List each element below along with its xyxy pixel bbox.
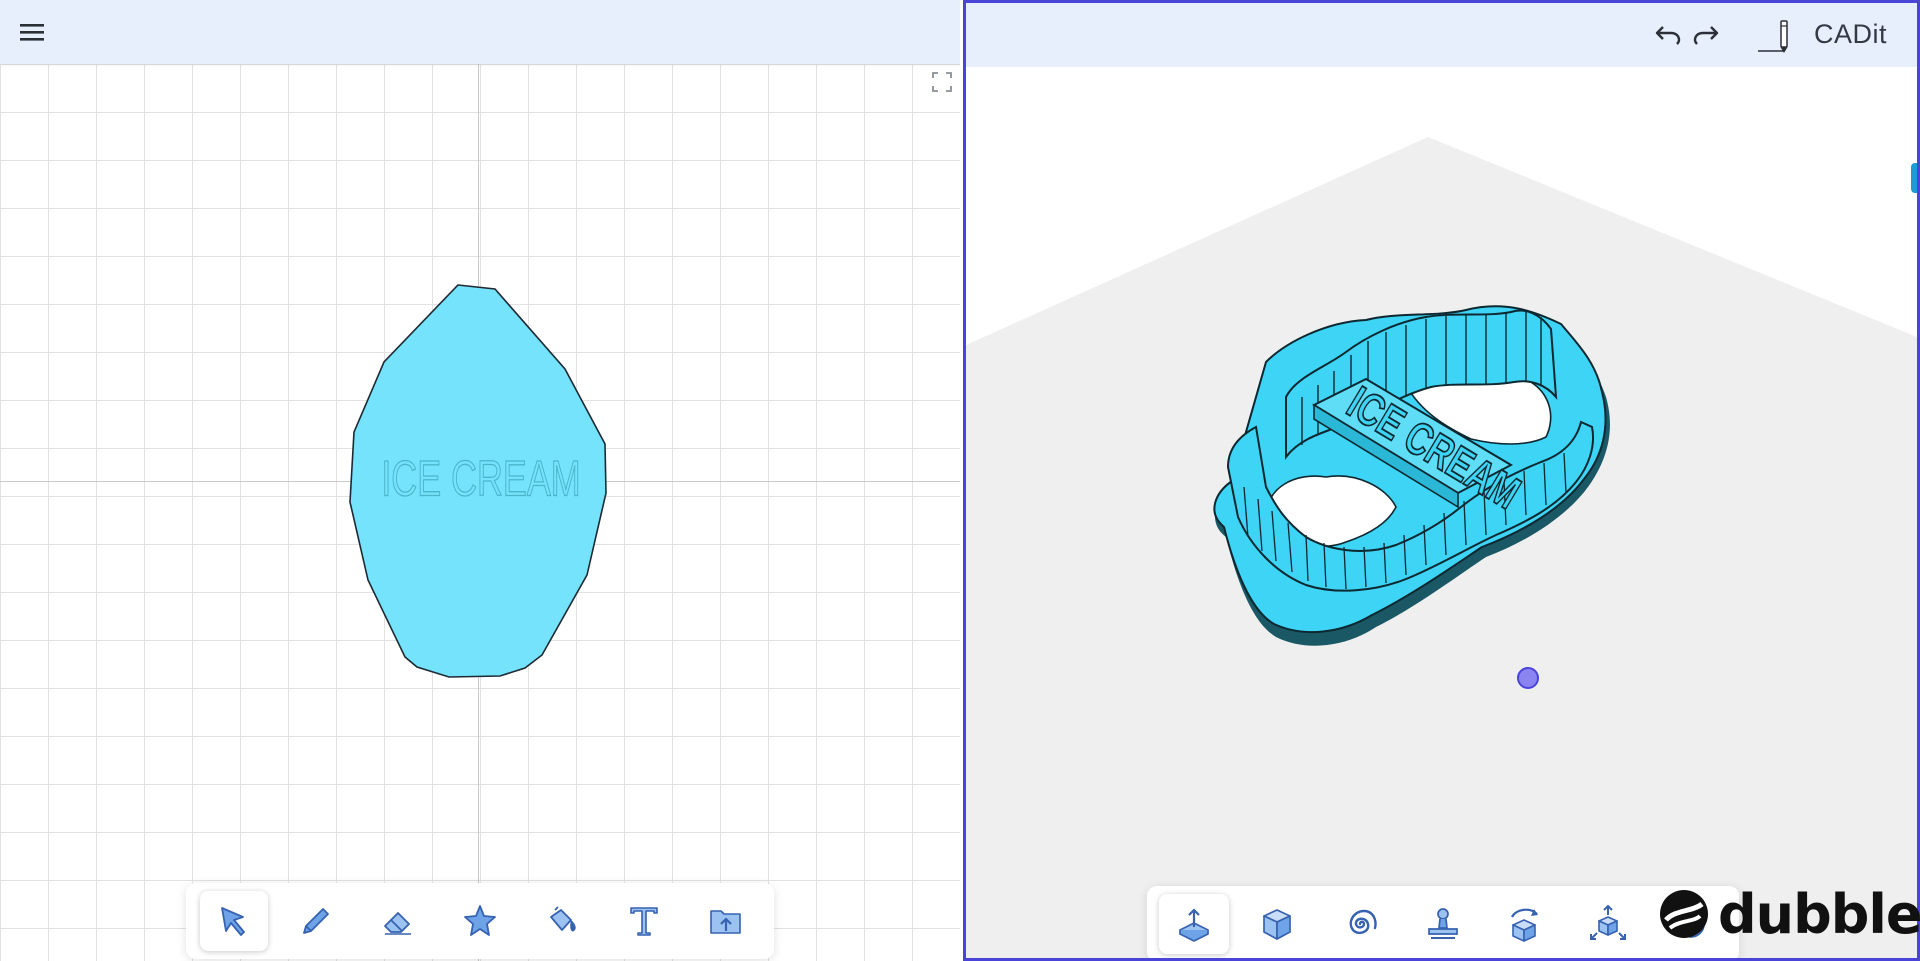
import-tool-button[interactable] bbox=[692, 891, 760, 951]
right-header: CADit bbox=[966, 3, 1917, 67]
viewport-3d-panel[interactable]: ICE CREAM CADit bbox=[963, 0, 1920, 961]
stamp-tool-button[interactable] bbox=[1408, 894, 1478, 954]
paint-bucket-icon bbox=[549, 906, 576, 932]
box-tool-button[interactable] bbox=[1242, 894, 1312, 954]
rotate-tool-button[interactable] bbox=[1490, 894, 1560, 954]
redo-icon bbox=[1693, 26, 1719, 45]
star-tool-button[interactable] bbox=[446, 891, 514, 951]
sketch-canvas[interactable]: ICE CREAM bbox=[0, 0, 960, 961]
folder-upload-icon bbox=[709, 910, 741, 934]
menu-button[interactable] bbox=[14, 14, 50, 50]
eraser-tool-button[interactable] bbox=[364, 891, 432, 951]
left-header bbox=[0, 0, 960, 64]
fill-tool-button[interactable] bbox=[528, 891, 596, 951]
spiral-tool-button[interactable] bbox=[1325, 894, 1395, 954]
dubble-logo-icon bbox=[1660, 890, 1708, 938]
scale-tool-button[interactable] bbox=[1573, 894, 1643, 954]
scale-cube-icon bbox=[1590, 904, 1627, 940]
viewport-3d[interactable]: ICE CREAM bbox=[966, 67, 1917, 958]
pencil-tool-button[interactable] bbox=[282, 891, 350, 951]
stamp-icon bbox=[1427, 908, 1458, 939]
hamburger-menu-icon bbox=[20, 24, 44, 41]
star-shape-icon bbox=[463, 905, 496, 936]
redo-button[interactable] bbox=[1690, 18, 1722, 50]
pencil-ruler-icon bbox=[1758, 20, 1788, 53]
box-icon bbox=[1262, 909, 1291, 940]
text-icon bbox=[629, 907, 658, 936]
sketch-shape-text: ICE CREAM bbox=[381, 452, 580, 507]
extrude-tool-button[interactable] bbox=[1159, 894, 1229, 954]
brand-title: CADit bbox=[1814, 19, 1888, 49]
dubble-watermark: dubble bbox=[1656, 882, 1920, 946]
sketch-toolbar bbox=[186, 883, 774, 959]
spiral-icon bbox=[1349, 909, 1377, 935]
view-cursor-dot[interactable] bbox=[1517, 667, 1539, 689]
side-panel-handle[interactable] bbox=[1911, 163, 1917, 193]
select-tool-button[interactable] bbox=[200, 891, 268, 951]
text-tool-button[interactable] bbox=[610, 891, 678, 951]
eraser-icon bbox=[383, 912, 411, 935]
sketch-panel[interactable]: ICE CREAM bbox=[0, 0, 960, 961]
fullscreen-2d-icon[interactable] bbox=[930, 70, 954, 94]
undo-icon bbox=[1655, 26, 1681, 45]
undo-button[interactable] bbox=[1652, 18, 1684, 50]
model-toolbar bbox=[1147, 886, 1739, 958]
rotate-cube-icon bbox=[1511, 908, 1539, 942]
extrude-icon bbox=[1179, 908, 1209, 942]
pencil-icon bbox=[302, 908, 329, 934]
select-arrow-icon bbox=[220, 907, 245, 936]
watermark-text: dubble bbox=[1718, 882, 1920, 946]
